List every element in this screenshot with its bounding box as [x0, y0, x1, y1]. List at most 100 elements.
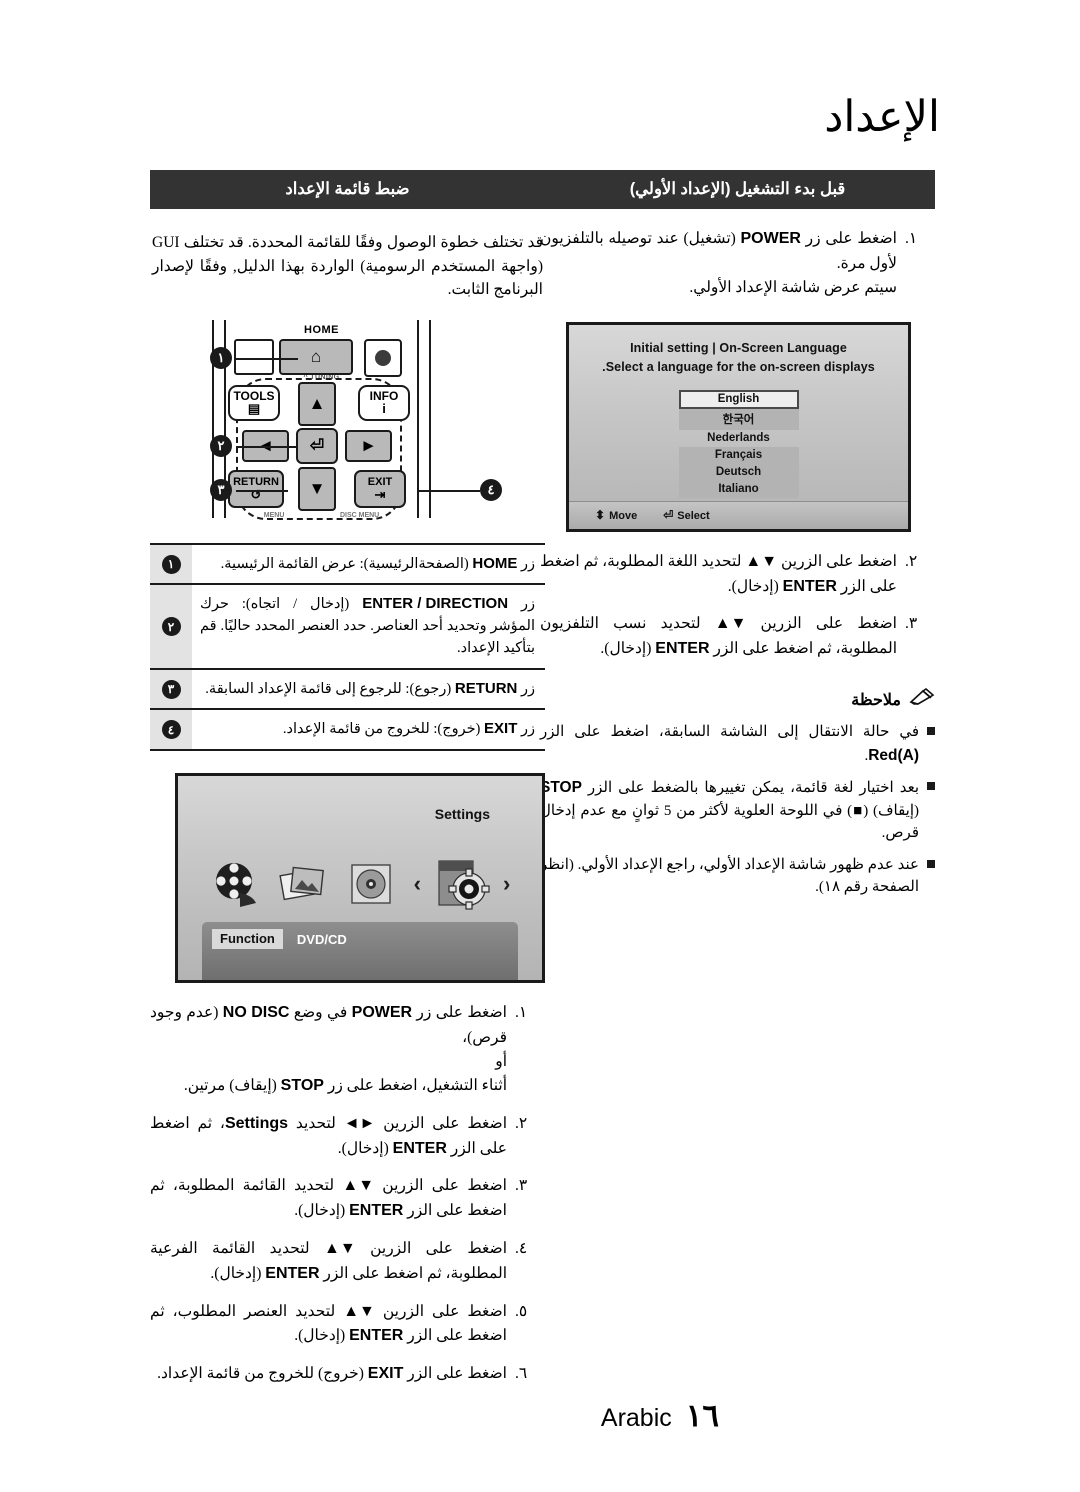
enter-icon: ⏎: [309, 436, 325, 456]
inline-arabic-text: زر: [517, 721, 535, 738]
section-header-before-start: قبل بدء التشغيل (الإعداد الأولي): [540, 170, 935, 209]
move-updown-icon: ⬍: [595, 508, 606, 523]
remote-disc-menu-label: DISC MENU: [339, 511, 380, 519]
inline-arabic-text: لتحديد: [288, 1114, 344, 1132]
osd-language-screen: Initial setting | On-Screen Language Sel…: [566, 321, 911, 532]
osd-select-label: Select: [677, 510, 710, 523]
note-text: عند عدم ظهور شاشة الإعداد الأولي، راجع ا…: [540, 854, 919, 899]
legend-row: زر HOME (الصفحةالرئيسية): عرض القائمة ال…: [150, 544, 545, 586]
language-option-list[interactable]: English 한국어 Nederlands Français Deutsch Itali…: [678, 389, 799, 498]
inline-arabic-text: أثناء التشغيل، اضغط على زر: [323, 1076, 507, 1094]
remote-body: HOME TUNING ^ ⌂ TOOLS ▤ INFO i ▲ ◄ ⏎ ► ▼…: [212, 319, 431, 520]
page-footer: Arabic ١٦: [0, 1398, 1080, 1434]
numbered-step: ٣. اضغط على الزرين ▲▼ لتحديد القائمة المط…: [150, 1174, 545, 1224]
carousel-prev-arrow[interactable]: ‹: [414, 871, 421, 897]
numbered-step: ٥. اضغط على الزرين ▲▼ لتحديد العنصر المطل…: [150, 1300, 545, 1350]
step-text: اضغط على الزرين ▲▼ لتحديد القائمة المطلو…: [150, 1174, 507, 1224]
home-icon: ⌂: [310, 347, 322, 367]
step-line: اضغط على الزرين ▲▼ لتحديد القائمة الفرعي…: [150, 1237, 507, 1287]
remote-exit-label: EXIT: [367, 475, 393, 488]
remote-home-button[interactable]: ⌂: [279, 338, 353, 375]
remote-right-button[interactable]: ►: [345, 429, 392, 462]
note-item-list: في حالة الانتقال إلى الشاشة السابقة، اضغ…: [540, 721, 935, 899]
note-item: عند عدم ظهور شاشة الإعداد الأولي، راجع ا…: [540, 854, 935, 899]
step-number: ١.: [515, 1004, 528, 1022]
inline-arabic-text: (الصفحةالرئيسية): عرض القائمة الرئيسية.: [220, 555, 473, 572]
remote-tools-button[interactable]: TOOLS ▤: [228, 384, 280, 421]
step-number: ١.: [905, 230, 918, 247]
disc-icon[interactable]: [346, 857, 400, 911]
step-line: اضغط على الزرين ◄► لتحديد Settings، ثم ا…: [150, 1112, 507, 1162]
remote-blank-button[interactable]: [234, 338, 274, 375]
inline-latin-term: ENTER: [265, 1264, 320, 1282]
function-chip-value: DVD/CD: [296, 931, 347, 947]
remote-up-button[interactable]: ▲: [298, 381, 336, 426]
inline-arabic-text: (إدخال).: [210, 1264, 266, 1282]
remote-control-diagram: HOME TUNING ^ ⌂ TOOLS ▤ INFO i ▲ ◄ ⏎ ► ▼…: [150, 319, 545, 525]
arrow-right-icon: ►: [360, 436, 377, 456]
setup-menu-steps: ١. اضغط على زر POWER في وضع NO DISC (عدم …: [150, 1001, 545, 1387]
note-item: بعد اختيار لغة قائمة، يمكن تغييرها بالضغ…: [540, 776, 935, 845]
legend-description: زر EXIT (خروج): للخروج من قائمة الإعداد.: [192, 710, 545, 749]
remote-record-button[interactable]: [364, 338, 402, 377]
inline-arabic-text: (خروج): للخروج من قائمة الإعداد.: [282, 721, 485, 738]
osd-move-hint: ⬍ Move: [595, 508, 637, 522]
remote-home-label: HOME: [304, 323, 339, 336]
remote-exit-button[interactable]: EXIT ⇥: [354, 469, 406, 508]
remote-return-button[interactable]: RETURN ↺: [228, 469, 284, 508]
before-start-steps: ١. اضغط على زر POWER (تشغيل) عند توصيله ب…: [540, 227, 935, 300]
inline-arabic-text: اضغط على زر: [800, 230, 897, 247]
film-reel-icon[interactable]: [210, 857, 264, 911]
language-option[interactable]: 한국어: [678, 408, 799, 430]
legend-badge-cell: ١: [150, 544, 192, 584]
inline-arabic-text: (إدخال).: [294, 1202, 350, 1220]
numbered-step: ٤. اضغط على الزرين ▲▼ لتحديد القائمة الفر…: [150, 1237, 545, 1287]
legend-description: زر ENTER / DIRECTION (إدخال / اتجاه): حر…: [192, 585, 545, 667]
language-option[interactable]: Français: [678, 446, 799, 464]
before-start-steps-continued: ٢. اضغط على الزرين ▲▼ لتحديد اللغة المطلو…: [540, 550, 935, 662]
legend-row: زر ENTER / DIRECTION (إدخال / اتجاه): حر…: [150, 585, 545, 670]
inline-latin-term: ENTER: [655, 640, 710, 658]
remote-info-button[interactable]: INFO i: [358, 384, 410, 421]
inline-latin-term: ▲▼: [343, 1302, 375, 1320]
legend-row: زر EXIT (خروج): للخروج من قائمة الإعداد.…: [150, 710, 545, 752]
step-line: أثناء التشغيل، اضغط على زر STOP (إيقاف) …: [150, 1074, 507, 1099]
language-option[interactable]: Nederlands: [679, 430, 799, 447]
inline-arabic-text: (رجوع): للرجوع إلى قائمة الإعداد السابقة…: [205, 680, 455, 697]
osd-language-footer: ⬍ Move ⏎ Select: [569, 500, 908, 529]
callout-leader-2: [236, 445, 298, 448]
function-chip-label: Function: [212, 929, 283, 950]
remote-enter-button[interactable]: ⏎: [296, 427, 338, 464]
step-number: ٦.: [515, 1365, 528, 1383]
inline-latin-term: EXIT: [484, 720, 518, 738]
inline-latin-term: RETURN: [454, 679, 518, 697]
inline-latin-term: HOME: [472, 554, 518, 572]
inline-arabic-text: اضغط على الزرين: [355, 1239, 508, 1257]
inline-arabic-text: (خروج) للخروج من قائمة الإعداد.: [157, 1365, 368, 1383]
osd-select-hint: ⏎ Select: [663, 508, 709, 522]
column-setup-menu: ضبط قائمة الإعداد قد تختلف خطوة الوصول و…: [150, 170, 545, 1400]
language-option[interactable]: English: [678, 389, 799, 409]
inline-arabic-text: اضغط على الزر: [403, 1365, 507, 1383]
numbered-step: ٣. اضغط على الزرين ▲▼ لتحديد نسب التلفزيو…: [540, 612, 935, 662]
inline-latin-term: EXIT: [367, 1365, 404, 1383]
photos-icon[interactable]: [278, 857, 332, 911]
legend-badge-cell: ٤: [150, 710, 192, 750]
remote-button-legend-table: زر HOME (الصفحةالرئيسية): عرض القائمة ال…: [150, 542, 545, 752]
inline-arabic-text: زر: [508, 596, 535, 613]
callout-leader-3: [236, 489, 288, 492]
legend-badge-cell: ٢: [150, 585, 192, 668]
carousel-next-arrow[interactable]: ›: [503, 871, 510, 897]
inline-arabic-text: في وضع: [289, 1004, 352, 1022]
remote-down-button[interactable]: ▼: [298, 466, 336, 511]
inline-arabic-text: اضغط على الزرين: [777, 552, 897, 570]
note-bullet-icon: [919, 854, 935, 899]
settings-gear-icon[interactable]: [435, 857, 490, 911]
inline-latin-term: ▲▼: [745, 552, 778, 570]
language-option[interactable]: Italiano: [678, 480, 799, 498]
step-line: اضغط على زر POWER في وضع NO DISC (عدم وج…: [150, 1001, 507, 1050]
language-option[interactable]: Deutsch: [678, 463, 799, 481]
inline-arabic-text: اضغط على الزرين: [374, 1302, 507, 1320]
inline-latin-term: ENTER / DIRECTION: [362, 595, 509, 613]
note-header: ملاحظة: [540, 688, 935, 711]
